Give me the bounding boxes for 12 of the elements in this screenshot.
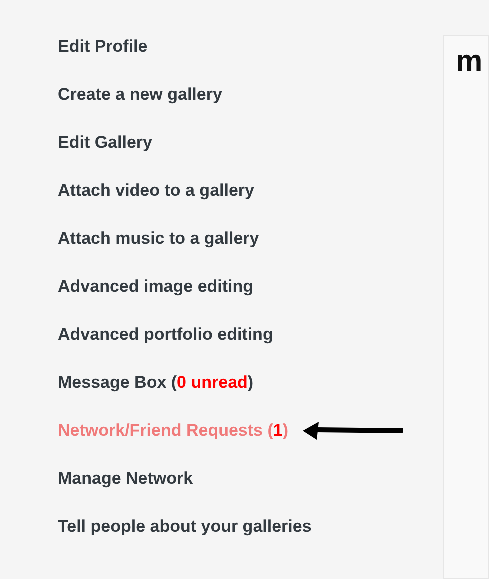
menu-link[interactable]: Create a new gallery bbox=[58, 82, 222, 107]
menu-link[interactable]: Edit Gallery bbox=[58, 130, 152, 155]
menu-link[interactable]: Manage Network bbox=[58, 466, 194, 491]
menu-link[interactable]: Advanced portfolio editing bbox=[58, 322, 274, 347]
menu-link[interactable]: Tell people about your galleries bbox=[58, 514, 312, 539]
menu-link[interactable]: Edit Profile bbox=[58, 34, 148, 59]
menu-link[interactable]: Message Box (0 unread) bbox=[58, 370, 254, 395]
menu-link[interactable]: Advanced image editing bbox=[58, 274, 254, 299]
menu-link[interactable]: Attach video to a gallery bbox=[58, 178, 254, 203]
panel-heading: m bbox=[456, 45, 483, 78]
menu-link[interactable]: Network/Friend Requests (1) bbox=[58, 418, 289, 443]
menu-link[interactable]: Attach music to a gallery bbox=[58, 226, 260, 251]
